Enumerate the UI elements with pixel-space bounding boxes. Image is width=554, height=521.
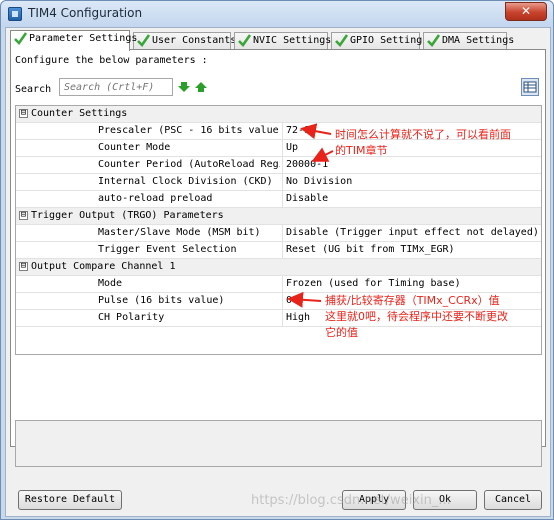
table-row[interactable]: Master/Slave Mode (MSM bit) Disable (Tri… (16, 225, 541, 242)
check-icon (14, 32, 27, 45)
tab-label: DMA Settings (442, 35, 515, 46)
param-name: Counter Period (AutoReload Regis... (98, 159, 280, 170)
annotation-note: 它的值 (325, 326, 358, 339)
annotation-note: 这里就0吧，待会程序中还要不断更改 (325, 310, 508, 323)
check-icon (427, 34, 440, 47)
group-output-compare[interactable]: ⊟ Output Compare Channel 1 (16, 259, 541, 276)
search-input[interactable] (59, 78, 173, 96)
group-trigger-output[interactable]: ⊟ Trigger Output (TRGO) Parameters (16, 208, 541, 225)
check-icon (137, 34, 150, 47)
param-name: auto-reload preload (98, 193, 213, 204)
param-value[interactable]: Reset (UG bit from TIMx_EGR) (286, 244, 455, 255)
check-icon (238, 34, 251, 47)
tab-label: Parameter Settings (29, 33, 138, 44)
grid-icon (523, 81, 537, 93)
group-counter-settings[interactable]: ⊟ Counter Settings (16, 106, 541, 123)
group-label: Counter Settings (31, 108, 128, 119)
param-name: Counter Mode (98, 142, 171, 153)
cancel-button[interactable]: Cancel (484, 490, 542, 510)
table-row[interactable]: Internal Clock Division (CKD) No Divisio… (16, 174, 541, 191)
param-name: Mode (98, 278, 123, 289)
group-label: Output Compare Channel 1 (31, 261, 176, 272)
grid-view-button[interactable] (521, 78, 539, 96)
annotation-note: 时间怎么计算就不说了，可以看前面 (335, 128, 511, 141)
param-value[interactable]: Up (286, 142, 298, 153)
window-title: TIM4 Configuration (28, 6, 143, 20)
dialog-window: TIM4 Configuration ✕ Parameter Settings … (0, 0, 554, 520)
param-value[interactable]: Frozen (used for Timing base) (286, 278, 461, 289)
collapse-icon[interactable]: ⊟ (19, 109, 28, 118)
app-icon (8, 7, 22, 21)
param-value[interactable]: Disable (286, 193, 328, 204)
param-name: CH Polarity (98, 312, 165, 323)
tab-nvic-settings[interactable]: NVIC Settings (234, 32, 332, 50)
table-row[interactable]: Counter Mode Up (16, 140, 541, 157)
group-label: Trigger Output (TRGO) Parameters (31, 210, 224, 221)
dialog-client: Parameter Settings User Constants NVIC S… (5, 27, 551, 517)
annotation-note: 的TIM章节 (335, 144, 388, 157)
tab-label: GPIO Settings (350, 35, 429, 46)
param-name: Prescaler (PSC - 16 bits value) (98, 125, 280, 136)
collapse-icon[interactable]: ⊟ (19, 211, 28, 220)
param-name: Trigger Event Selection (98, 244, 237, 255)
tab-panel: Configure the below parameters : Search … (10, 49, 546, 467)
tab-dma-settings[interactable]: DMA Settings (423, 32, 514, 50)
check-icon (335, 34, 348, 47)
param-name: Pulse (16 bits value) (98, 295, 225, 306)
search-label: Search (15, 84, 52, 95)
close-button[interactable]: ✕ (505, 2, 547, 21)
table-row[interactable]: Mode Frozen (used for Timing base) (16, 276, 541, 293)
param-value[interactable]: 0 (286, 295, 292, 306)
table-row[interactable]: Trigger Event Selection Reset (UG bit fr… (16, 242, 541, 259)
title-bar[interactable]: TIM4 Configuration ✕ (1, 1, 553, 27)
tab-parameter-settings[interactable]: Parameter Settings (10, 30, 137, 51)
collapse-icon[interactable]: ⊟ (19, 262, 28, 271)
table-row[interactable]: Counter Period (AutoReload Regis... 2000… (16, 157, 541, 174)
tab-label: NVIC Settings (253, 35, 332, 46)
tab-user-constants[interactable]: User Constants (133, 32, 236, 50)
search-up-icon[interactable] (195, 81, 207, 93)
param-value[interactable]: No Division (286, 176, 352, 187)
restore-default-button[interactable]: Restore Default (18, 490, 122, 510)
annotation-note: 捕获/比较寄存器（TIMx_CCRx）值 (325, 294, 500, 307)
param-value[interactable]: High (286, 312, 310, 323)
description-panel (15, 420, 542, 467)
param-value[interactable]: 72-1 (286, 125, 310, 136)
param-value[interactable]: Disable (Trigger input effect not delaye… (286, 227, 539, 238)
search-down-icon[interactable] (178, 81, 190, 93)
watermark: https://blog.csdn.net/weixin_... (251, 493, 451, 508)
param-name: Master/Slave Mode (MSM bit) (98, 227, 261, 238)
param-name: Internal Clock Division (CKD) (98, 176, 273, 187)
table-row[interactable]: auto-reload preload Disable (16, 191, 541, 208)
tab-gpio-settings[interactable]: GPIO Settings (331, 32, 428, 50)
configure-instructions: Configure the below parameters : (15, 55, 208, 66)
param-value[interactable]: 20000-1 (286, 159, 328, 170)
tab-label: User Constants (152, 35, 237, 46)
